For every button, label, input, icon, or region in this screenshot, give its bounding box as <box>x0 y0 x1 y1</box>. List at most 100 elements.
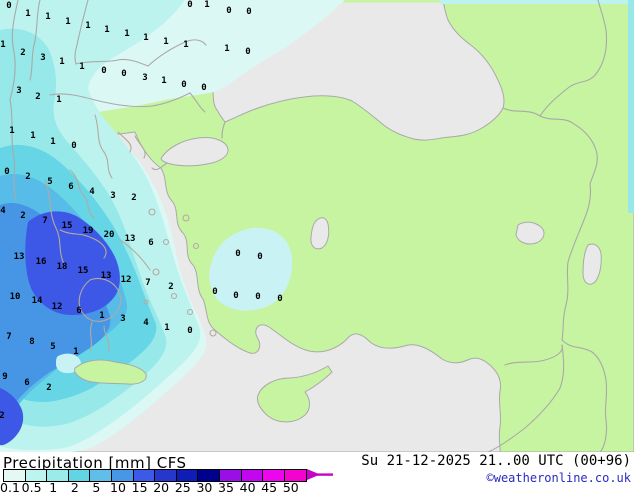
precip-value: 0 <box>246 7 251 17</box>
precip-value: 5 <box>50 342 55 352</box>
precip-value: 1 <box>79 62 84 72</box>
precip-value: 3 <box>120 314 125 324</box>
precip-value: 6 <box>148 238 153 248</box>
scale-tick-label: 0.5 <box>21 480 42 495</box>
precip-value: 9 <box>2 372 7 382</box>
precip-value: 2 <box>46 383 51 393</box>
precip-value: 1 <box>9 126 14 136</box>
precip-value: 0 <box>181 80 186 90</box>
scale-tick-label: 0.1 <box>0 480 20 495</box>
precip-value: 7 <box>42 216 47 226</box>
precip-value: 0 <box>187 326 192 336</box>
precip-value: 2 <box>20 211 25 221</box>
precip-value: 12 <box>52 302 63 312</box>
precip-value: 13 <box>14 252 25 262</box>
precip-value: 1 <box>50 137 55 147</box>
precip-value: 2 <box>35 92 40 102</box>
precip-value: 1 <box>45 12 50 22</box>
precip-value: 1 <box>73 347 78 357</box>
precip-value: 1 <box>204 0 209 10</box>
precip-value: 13 <box>101 271 112 281</box>
precip-value: 0 <box>101 66 106 76</box>
precip-value: 3 <box>16 86 21 96</box>
precip-value: 1 <box>99 311 104 321</box>
precip-value: 1 <box>124 29 129 39</box>
scale-arrow-icon <box>307 469 333 480</box>
scale-tick-label: 25 <box>174 480 191 495</box>
scale-tick-label: 5 <box>92 480 101 495</box>
map-canvas: 0 0 11 1 1 1 1 1 1 1 10 012 3 1 1 0 0 3 1 0 01 032 11 11 00 2 5 6 4 3… <box>0 0 634 452</box>
precip-value: 0 <box>4 167 9 177</box>
precip-value: 14 <box>32 296 43 306</box>
precip-value: 1 <box>224 44 229 54</box>
precip-value: 19 <box>83 226 94 236</box>
precip-value: 0 <box>233 291 238 301</box>
precip-right-strip <box>628 0 634 213</box>
precip-value: 0 <box>226 6 231 16</box>
precip-value: 2 <box>20 48 25 58</box>
precip-value: 18 <box>57 262 68 272</box>
precip-value: 1 <box>65 17 70 27</box>
precip-value: 0 <box>71 141 76 151</box>
legend-bar: Precipitation [mm] CFS 0.1 0.5 1 2 5 10 15 20 25… <box>0 452 634 495</box>
precip-value: 7 <box>145 278 150 288</box>
precipitation-map: 0011111111110012311003100103211110025643… <box>0 0 634 452</box>
precip-value: 16 <box>36 257 47 267</box>
precip-value: 15 <box>62 221 73 231</box>
precip-value: 2 <box>131 193 136 203</box>
precip-value: 3 <box>110 191 115 201</box>
precip-top-strip <box>440 0 634 4</box>
precip-value: 2 <box>25 172 30 182</box>
precip-value: 0 <box>121 69 126 79</box>
precip-value: 0 <box>245 47 250 57</box>
copyright-text: ©weatheronline.co.uk <box>486 471 632 485</box>
precip-value: 1 <box>164 323 169 333</box>
scale-tick-label: 30 <box>196 480 213 495</box>
scale-tick-label: 45 <box>261 480 278 495</box>
precip-value: 7 <box>6 332 11 342</box>
precip-value: 1 <box>161 76 166 86</box>
precip-value: 0 <box>212 287 217 297</box>
scale-tick-label: 15 <box>131 480 148 495</box>
precip-value: 4 <box>143 318 149 328</box>
precip-value: 1 <box>143 33 148 43</box>
precip-value: 10 <box>10 292 21 302</box>
precip-value: 12 <box>121 275 132 285</box>
precip-value: 1 <box>25 9 30 19</box>
precip-value: 1 <box>104 25 109 35</box>
scale-tick-label: 10 <box>110 480 126 495</box>
precip-value: 2 <box>168 282 173 292</box>
precip-value: 1 <box>163 37 168 47</box>
scale-tick-label: 50 <box>282 480 299 495</box>
precip-value: 0 <box>201 83 206 93</box>
precip-value: 1 <box>183 40 188 50</box>
precip-value: 4 <box>0 206 6 216</box>
precip-value: 5 <box>47 177 52 187</box>
scale-tick-labels: 0.1 0.5 1 2 5 10 15 20 25 30 35 40 45 50 <box>0 480 333 495</box>
scale-tick-label: 2 <box>70 480 79 495</box>
precip-value: 0 <box>6 1 11 11</box>
precip-value: 3 <box>142 73 147 83</box>
precip-value: 6 <box>68 182 73 192</box>
precip-value: 2 <box>0 411 5 421</box>
precip-value: 0 <box>277 294 282 304</box>
precip-value: 0 <box>235 249 240 259</box>
precip-value: 1 <box>85 21 90 31</box>
precip-value: 15 <box>78 266 89 276</box>
precip-value: 1 <box>56 95 61 105</box>
precip-value: 6 <box>76 306 81 316</box>
precip-value: 0 <box>257 252 262 262</box>
precip-value: 3 <box>40 53 45 63</box>
precip-value: 20 <box>104 230 115 240</box>
scale-tick-label: 20 <box>153 480 170 495</box>
precip-value: 4 <box>89 187 95 197</box>
scale-tick-label: 40 <box>239 480 256 495</box>
scale-tick-label: 1 <box>49 480 58 495</box>
precip-value: 13 <box>125 234 136 244</box>
precip-value: 6 <box>24 378 29 388</box>
precip-value: 1 <box>0 40 5 50</box>
precip-value: 1 <box>59 57 64 67</box>
precip-value: 1 <box>30 131 35 141</box>
precip-value: 8 <box>29 337 34 347</box>
precip-value: 0 <box>255 292 260 302</box>
